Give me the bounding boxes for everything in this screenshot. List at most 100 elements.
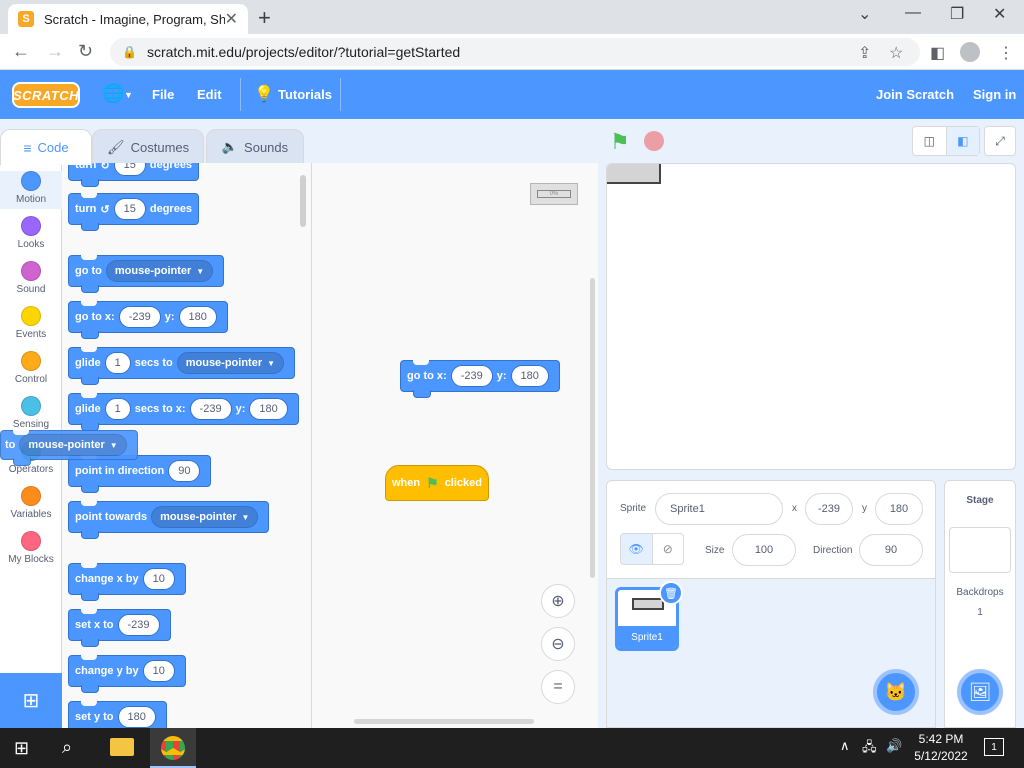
- secs-input[interactable]: 1: [104, 352, 131, 374]
- x-input[interactable]: -239: [805, 493, 853, 525]
- file-explorer-icon[interactable]: [110, 738, 134, 756]
- zoom-in-button[interactable]: ⊕: [541, 584, 575, 618]
- back-icon[interactable]: ←: [12, 41, 30, 62]
- y-input[interactable]: 180: [510, 365, 549, 387]
- set-x-input[interactable]: -239: [117, 614, 160, 636]
- x-input[interactable]: -239: [450, 365, 493, 387]
- workspace-horizontal-scrollbar[interactable]: [354, 719, 534, 724]
- set-x-block[interactable]: set x to -239: [68, 609, 171, 647]
- scratch-logo[interactable]: SCRATCH: [12, 82, 80, 108]
- show-sprite-button[interactable]: 👁: [621, 534, 652, 564]
- workspace-vertical-scrollbar[interactable]: [590, 278, 595, 578]
- notification-button[interactable]: 1: [984, 738, 1004, 756]
- green-flag-button[interactable]: ⚑: [610, 129, 630, 155]
- when-flag-clicked-block[interactable]: when ⚑ clicked: [385, 465, 489, 501]
- y-input[interactable]: 180: [249, 398, 288, 420]
- tab-sounds[interactable]: 🔈 Sounds: [206, 129, 304, 165]
- tab-costumes[interactable]: 🖌 Costumes: [92, 129, 204, 165]
- x-input[interactable]: -239: [118, 306, 161, 328]
- profile-icon[interactable]: [960, 42, 980, 62]
- reload-icon[interactable]: ↻: [78, 41, 93, 62]
- turn-left-block[interactable]: turn ↺ 15 degrees: [68, 193, 200, 231]
- stage-thumbnail[interactable]: [949, 527, 1011, 573]
- browser-tab[interactable]: S Scratch - Imagine, Program, Shar ✕: [8, 4, 248, 34]
- clock[interactable]: 5:42 PM 5/12/2022: [910, 731, 972, 765]
- chrome-taskbar-button[interactable]: [150, 728, 196, 768]
- turn-right-block[interactable]: turn ↻ 15 degrees: [68, 163, 200, 187]
- search-icon[interactable]: ⌕: [62, 737, 72, 758]
- join-scratch-link[interactable]: Join Scratch: [876, 87, 954, 102]
- palette-scrollbar[interactable]: [300, 175, 306, 227]
- set-y-input[interactable]: 180: [117, 706, 156, 728]
- y-input[interactable]: 180: [178, 306, 217, 328]
- category-control[interactable]: Control: [0, 351, 62, 385]
- degrees-input[interactable]: 15: [113, 198, 146, 220]
- share-icon[interactable]: ⇪: [858, 43, 871, 63]
- size-input[interactable]: 100: [732, 534, 796, 566]
- go-to-xy-block[interactable]: go to x: -239 y: 180: [68, 301, 228, 339]
- large-stage-button[interactable]: ◧: [946, 127, 979, 155]
- point-towards-block[interactable]: point towards mouse-pointer ▼: [68, 501, 270, 539]
- direction-input[interactable]: 90: [168, 460, 201, 482]
- small-stage-button[interactable]: ◫: [913, 127, 947, 155]
- target-dropdown[interactable]: mouse-pointer ▼: [105, 260, 214, 282]
- sprite-on-stage[interactable]: [607, 164, 661, 184]
- forward-icon[interactable]: →: [46, 41, 64, 62]
- category-looks[interactable]: Looks: [0, 216, 62, 250]
- volume-icon[interactable]: 🔊: [886, 738, 902, 754]
- stage-canvas[interactable]: [606, 163, 1016, 470]
- tutorials-menu[interactable]: Tutorials: [278, 87, 332, 102]
- secs-input[interactable]: 1: [104, 398, 131, 420]
- sign-in-link[interactable]: Sign in: [973, 87, 1016, 102]
- x-input[interactable]: -239: [189, 398, 232, 420]
- edit-menu[interactable]: Edit: [197, 87, 222, 102]
- dragging-block[interactable]: to mouse-pointer ▼: [0, 430, 138, 466]
- chevron-up-icon[interactable]: ∧: [840, 738, 850, 754]
- choose-sprite-button[interactable]: 🐱: [873, 669, 919, 715]
- change-x-input[interactable]: 10: [142, 568, 175, 590]
- stop-button[interactable]: [644, 131, 664, 151]
- new-tab-icon[interactable]: +: [258, 5, 271, 31]
- windows-start-icon[interactable]: ⊞: [14, 738, 29, 759]
- glide-to-block[interactable]: glide 1 secs to mouse-pointer ▼: [68, 347, 296, 385]
- target-dropdown[interactable]: mouse-pointer ▼: [19, 434, 127, 456]
- target-dropdown[interactable]: mouse-pointer ▼: [151, 506, 259, 528]
- y-input[interactable]: 180: [875, 493, 923, 525]
- change-y-input[interactable]: 10: [142, 660, 175, 682]
- side-panel-icon[interactable]: ◧: [930, 43, 945, 63]
- zoom-out-button[interactable]: ⊖: [541, 627, 575, 661]
- delete-sprite-button[interactable]: 🗑: [659, 581, 683, 605]
- category-sensing[interactable]: Sensing: [0, 396, 62, 430]
- fullscreen-button[interactable]: ⤢: [984, 126, 1016, 156]
- file-menu[interactable]: File: [152, 87, 174, 102]
- category-sound[interactable]: Sound: [0, 261, 62, 295]
- menu-dots-icon[interactable]: ⋮: [998, 43, 1014, 63]
- change-y-block[interactable]: change y by 10: [68, 655, 186, 693]
- category-motion[interactable]: Motion: [0, 171, 62, 209]
- hide-sprite-button[interactable]: ⊘: [651, 534, 684, 564]
- degrees-input[interactable]: 15: [113, 163, 146, 176]
- choose-backdrop-button[interactable]: 🖼: [957, 669, 1003, 715]
- sprite-name-input[interactable]: Sprite1: [655, 493, 783, 525]
- restore-icon[interactable]: ❐: [950, 4, 964, 24]
- target-dropdown[interactable]: mouse-pointer ▼: [176, 352, 285, 374]
- category-my-blocks[interactable]: My Blocks: [0, 531, 62, 565]
- add-extension-button[interactable]: ⊞: [0, 673, 62, 728]
- network-icon[interactable]: 🖧: [862, 738, 877, 760]
- direction-input[interactable]: 90: [859, 534, 923, 566]
- zoom-reset-button[interactable]: =: [541, 670, 575, 704]
- address-bar[interactable]: 🔒 scratch.mit.edu/projects/editor/?tutor…: [110, 38, 920, 66]
- category-variables[interactable]: Variables: [0, 486, 62, 520]
- category-events[interactable]: Events: [0, 306, 62, 340]
- globe-icon[interactable]: 🌐: [102, 83, 124, 104]
- bookmark-star-icon[interactable]: ☆: [889, 43, 903, 63]
- glide-xy-block[interactable]: glide 1 secs to x: -239 y: 180: [68, 393, 299, 431]
- chevron-down-icon[interactable]: ⌄: [858, 4, 871, 24]
- close-window-icon[interactable]: ✕: [993, 4, 1006, 24]
- close-tab-icon[interactable]: ✕: [225, 9, 238, 29]
- tab-code[interactable]: ≡ Code: [0, 129, 92, 165]
- change-x-block[interactable]: change x by 10: [68, 563, 186, 601]
- go-to-block[interactable]: go to mouse-pointer ▼: [68, 255, 225, 293]
- set-y-block[interactable]: set y to 180: [68, 701, 167, 728]
- minimize-icon[interactable]: —: [905, 4, 921, 22]
